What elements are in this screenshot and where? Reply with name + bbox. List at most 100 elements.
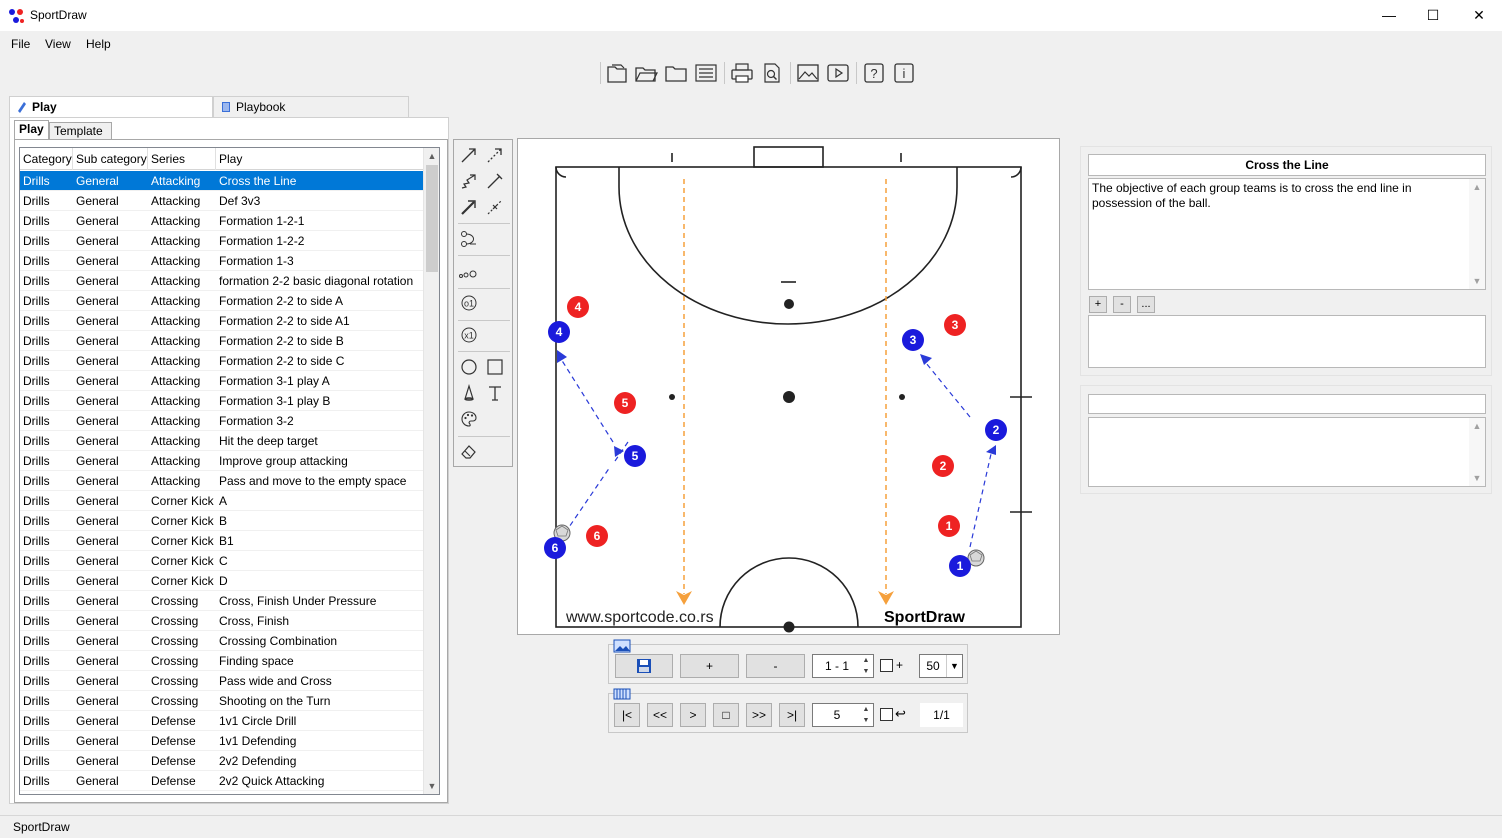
table-row[interactable]: Drills General Attacking Improve group atta… <box>20 451 424 471</box>
tab-inner-play[interactable]: Play <box>14 120 49 139</box>
table-row[interactable]: Drills General Attacking Formation 2-2 to s… <box>20 331 424 351</box>
table-row[interactable]: Drills General Attacking Hit the deep targe… <box>20 431 424 451</box>
zoom-select[interactable]: 50 ▼ <box>919 654 963 678</box>
stepper-down-icon[interactable]: ▼ <box>859 715 873 726</box>
blue-player[interactable]: 5 <box>624 445 646 467</box>
stepper-up-icon[interactable]: ▲ <box>859 704 873 715</box>
tab-template[interactable]: Template <box>49 122 112 139</box>
stop-button[interactable]: □ <box>713 703 739 727</box>
note-box[interactable] <box>1088 315 1486 368</box>
red-player[interactable]: 3 <box>944 314 966 336</box>
table-row[interactable]: Drills General Corner Kick A <box>20 491 424 511</box>
table-row[interactable]: Drills General Attacking Formation 3-1 play… <box>20 391 424 411</box>
table-row[interactable]: Drills General Attacking Cross the Line <box>20 171 424 191</box>
table-row[interactable]: Drills General Defense 2v2 Quick Attacking <box>20 771 424 791</box>
video-icon[interactable] <box>825 60 851 86</box>
table-row[interactable]: Drills General Attacking Formation 3-1 play… <box>20 371 424 391</box>
frame-range-stepper[interactable]: 1 - 1 ▲ ▼ <box>812 654 874 678</box>
play-title-field[interactable]: Cross the Line <box>1088 154 1486 176</box>
column-header-subcategory[interactable]: Sub category <box>73 148 148 170</box>
print-preview-icon[interactable] <box>759 60 785 86</box>
save-frame-button[interactable] <box>615 654 673 678</box>
tab-playbook[interactable]: Playbook <box>213 96 409 118</box>
loop-checkbox[interactable] <box>880 708 893 721</box>
color-palette-icon[interactable] <box>458 408 480 430</box>
menu-view[interactable]: View <box>45 37 71 51</box>
table-row[interactable]: Drills General Defense 2v2 Defending <box>20 751 424 771</box>
cone-icon[interactable] <box>458 382 480 404</box>
table-row[interactable]: Drills General Crossing Cross, Finish Under… <box>20 591 424 611</box>
more-options-button[interactable]: ... <box>1137 296 1155 313</box>
table-row[interactable]: Drills General Attacking formation 2-2 basi… <box>20 271 424 291</box>
play-description-box[interactable]: The objective of each group teams is to … <box>1088 178 1486 290</box>
list-icon[interactable] <box>693 60 719 86</box>
arrow-dashed-icon[interactable] <box>484 144 506 166</box>
table-row[interactable]: Drills General Corner Kick B1 <box>20 531 424 551</box>
speed-stepper[interactable]: 5 ▲ ▼ <box>812 703 874 727</box>
table-row[interactable]: Drills General Crossing Pass wide and Cross <box>20 671 424 691</box>
arrow-solid-icon[interactable] <box>458 144 480 166</box>
frame-title-field[interactable] <box>1088 394 1486 414</box>
stepper-up-icon[interactable]: ▲ <box>859 655 873 666</box>
column-header-series[interactable]: Series <box>148 148 216 170</box>
blue-player[interactable]: 3 <box>902 329 924 351</box>
menu-help[interactable]: Help <box>86 37 111 51</box>
table-row[interactable]: Drills General Crossing Cross, Finish <box>20 611 424 631</box>
red-player[interactable]: 6 <box>586 525 608 547</box>
red-player[interactable]: 4 <box>567 296 589 318</box>
add-note-button[interactable]: + <box>1089 296 1107 313</box>
scroll-down-arrow-icon[interactable]: ▼ <box>1469 470 1485 486</box>
grid-vertical-scrollbar[interactable]: ▲ ▼ <box>423 148 439 794</box>
last-frame-button[interactable]: >| <box>779 703 805 727</box>
scroll-up-arrow-icon[interactable]: ▲ <box>1469 418 1485 434</box>
frame-description-box[interactable]: ▲ ▼ <box>1088 417 1486 487</box>
curve-path-icon[interactable] <box>458 228 480 250</box>
close-button[interactable]: ✕ <box>1456 0 1502 31</box>
rectangle-shape-icon[interactable] <box>484 356 506 378</box>
stepper-down-icon[interactable]: ▼ <box>859 666 873 677</box>
text-tool-icon[interactable] <box>484 382 506 404</box>
arrow-thick-icon[interactable] <box>458 196 480 218</box>
table-row[interactable]: Drills General Corner Kick D <box>20 571 424 591</box>
column-header-category[interactable]: Category <box>20 148 73 170</box>
first-frame-button[interactable]: |< <box>614 703 640 727</box>
blue-player[interactable]: 2 <box>985 419 1007 441</box>
scroll-down-arrow-icon[interactable]: ▼ <box>424 778 439 794</box>
tab-play[interactable]: Play <box>9 96 213 118</box>
table-row[interactable]: Drills General Defense 1v1 Circle Drill <box>20 711 424 731</box>
player-group-icon[interactable] <box>458 262 480 284</box>
table-row[interactable]: Drills General Corner Kick C <box>20 551 424 571</box>
table-row[interactable]: Drills General Attacking Formation 2-2 to s… <box>20 311 424 331</box>
eraser-icon[interactable] <box>458 440 480 462</box>
blue-player[interactable]: 1 <box>949 555 971 577</box>
numbered-player-icon[interactable]: o1 <box>458 292 480 314</box>
table-row[interactable]: Drills General Attacking Formation 2-2 to s… <box>20 351 424 371</box>
add-frame-button[interactable]: + <box>680 654 739 678</box>
red-player[interactable]: 2 <box>932 455 954 477</box>
table-row[interactable]: Drills General Attacking Pass and move to t… <box>20 471 424 491</box>
maximize-button[interactable]: ☐ <box>1410 0 1456 31</box>
scroll-down-arrow-icon[interactable]: ▼ <box>1469 273 1485 289</box>
blue-player[interactable]: 6 <box>544 537 566 559</box>
description-scrollbar[interactable]: ▲ ▼ <box>1469 179 1485 289</box>
play-button[interactable]: > <box>680 703 706 727</box>
image-icon[interactable] <box>795 60 821 86</box>
info-icon[interactable]: i <box>891 60 917 86</box>
table-row[interactable]: Drills General Crossing Crossing Combinatio… <box>20 631 424 651</box>
opponent-player-icon[interactable]: x1 <box>458 324 480 346</box>
red-player[interactable]: 1 <box>938 515 960 537</box>
table-row[interactable]: Drills General Attacking Def 3v3 <box>20 191 424 211</box>
arrow-block-icon[interactable] <box>484 170 506 192</box>
scroll-thumb[interactable] <box>426 165 438 272</box>
folder-icon[interactable] <box>663 60 689 86</box>
blue-player[interactable]: 4 <box>548 321 570 343</box>
table-row[interactable]: Drills General Corner Kick B <box>20 511 424 531</box>
menu-file[interactable]: File <box>11 37 30 51</box>
scroll-up-arrow-icon[interactable]: ▲ <box>1469 179 1485 195</box>
column-header-play[interactable]: Play <box>216 148 424 170</box>
table-row[interactable]: Drills General Crossing Shooting on the Tur… <box>20 691 424 711</box>
open-folder-icon[interactable] <box>633 60 659 86</box>
table-row[interactable]: Drills General Attacking Formation 1-2-2 <box>20 231 424 251</box>
new-play-icon[interactable] <box>604 60 630 86</box>
help-icon[interactable]: ? <box>861 60 887 86</box>
